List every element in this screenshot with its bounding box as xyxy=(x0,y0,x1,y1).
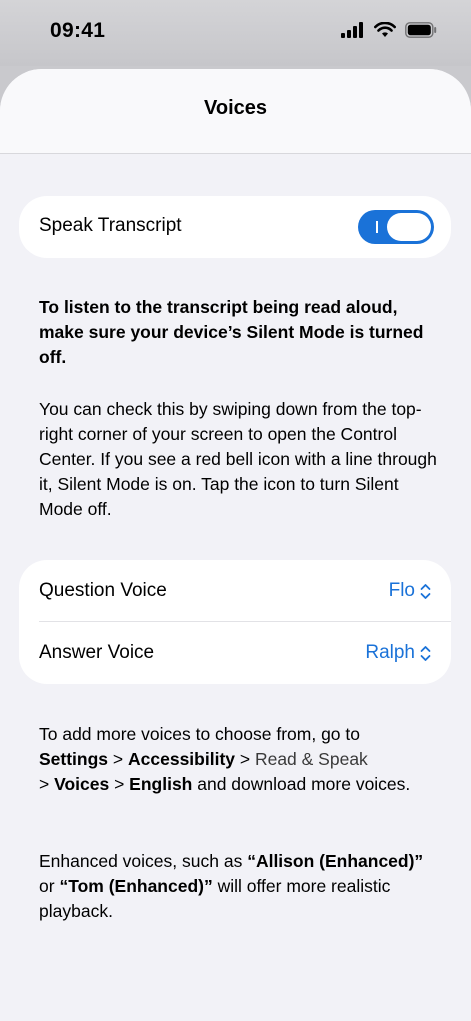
speak-transcript-label: Speak Transcript xyxy=(39,215,182,236)
silent-mode-warning: To listen to the transcript being read a… xyxy=(39,297,424,367)
instructions-outro: and download more voices. xyxy=(192,774,411,794)
voices-sheet: Voices Speak Transcript To listen to the… xyxy=(0,69,471,1021)
add-voices-instructions: To add more voices to choose from, go to… xyxy=(39,722,439,797)
path-separator: > xyxy=(108,749,128,769)
tom-voice-name: “Tom (Enhanced)” xyxy=(59,876,213,896)
path-separator: > xyxy=(109,774,130,794)
toggle-knob xyxy=(387,213,431,241)
toggle-on-indicator xyxy=(376,221,378,233)
answer-voice-value: Ralph xyxy=(365,642,415,663)
question-voice-row[interactable]: Question Voice Flo xyxy=(19,560,451,622)
settings-path: Settings xyxy=(39,749,109,769)
answer-voice-row[interactable]: Answer Voice Ralph xyxy=(19,622,451,684)
question-voice-value: Flo xyxy=(388,580,415,601)
enhanced-or: or xyxy=(39,876,60,896)
wifi-icon xyxy=(374,22,396,37)
enhanced-intro: Enhanced voices, such as xyxy=(39,851,248,871)
question-voice-label: Question Voice xyxy=(39,580,167,601)
chevron-up-down-icon xyxy=(420,645,431,661)
read-speak-path: Read & Speak xyxy=(254,749,368,769)
answer-voice-picker[interactable]: Ralph xyxy=(365,642,431,664)
silent-mode-explanation: You can check this by swiping down from … xyxy=(39,399,437,519)
page-title: Voices xyxy=(204,96,267,119)
instructions-intro: To add more voices to choose from, go to xyxy=(39,724,360,744)
status-bar: 09:41 xyxy=(0,0,471,66)
speak-transcript-row: Speak Transcript xyxy=(19,196,451,258)
allison-voice-name: “Allison (Enhanced)” xyxy=(247,851,424,871)
english-path: English xyxy=(129,774,193,794)
status-time: 09:41 xyxy=(50,19,106,42)
voice-settings-group: Question Voice Flo Answer Voice Ralph xyxy=(19,560,451,684)
chevron-up-down-icon xyxy=(420,583,431,599)
enhanced-voices-note: Enhanced voices, such as “Allison (Enhan… xyxy=(39,849,439,924)
cellular-signal-icon xyxy=(341,22,363,38)
accessibility-path: Accessibility xyxy=(128,749,235,769)
speak-transcript-toggle[interactable] xyxy=(358,210,434,244)
question-voice-picker[interactable]: Flo xyxy=(389,580,431,602)
path-separator: > xyxy=(39,774,55,794)
path-separator: > xyxy=(235,749,255,769)
battery-icon xyxy=(405,22,437,38)
sheet-header: Voices xyxy=(0,69,471,154)
status-icons xyxy=(341,22,437,38)
answer-voice-label: Answer Voice xyxy=(39,642,155,663)
voices-path: Voices xyxy=(54,774,110,794)
